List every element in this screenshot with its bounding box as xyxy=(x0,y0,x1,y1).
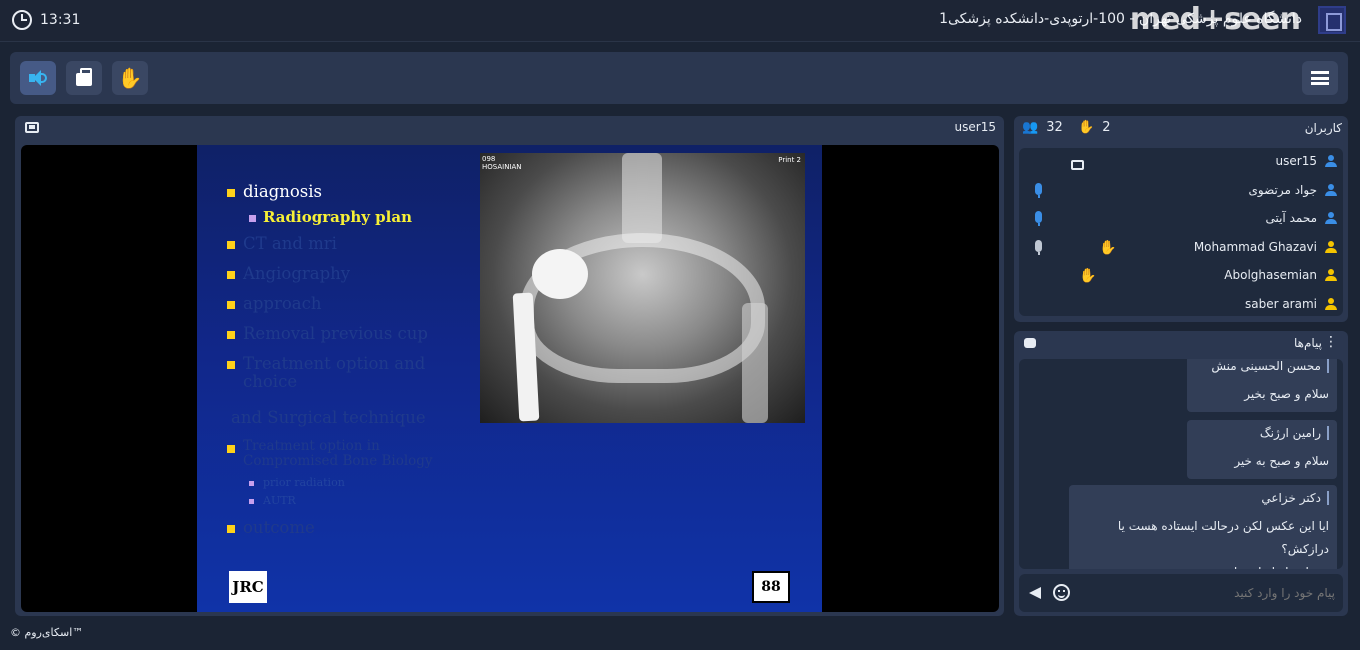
microphone-icon[interactable] xyxy=(1035,239,1042,255)
slide-bullet: Radiography plan xyxy=(227,209,462,226)
slide-bullet: Treatment option in Compromised Bone Bio… xyxy=(227,439,462,469)
jrc-logo: JRC xyxy=(229,571,267,603)
emoji-icon[interactable] xyxy=(1053,584,1070,601)
users-count-value: 32 xyxy=(1046,120,1063,135)
menu-button[interactable] xyxy=(1302,61,1338,95)
hands-count: ✋ 2 xyxy=(1078,120,1110,135)
message-sender: رامین ارژنگ xyxy=(1195,426,1329,440)
pelvis-xray-image: 098 HOSAINIAN Print 2 xyxy=(480,153,805,423)
chat-composer xyxy=(1019,574,1343,612)
speaker-button[interactable] xyxy=(20,61,56,95)
message-text: سلام و صبح بخیر xyxy=(1244,387,1329,401)
user-icon xyxy=(1325,183,1337,196)
user-name: Mohammad Ghazavi xyxy=(1193,239,1317,254)
slide-bullet: Treatment option and choice xyxy=(227,354,462,391)
slide-bullet: Angiography xyxy=(227,264,462,283)
slide-bullet: outcome xyxy=(227,518,462,537)
chat-message: محسن الحسینی منش سلام و صبح بخیر xyxy=(1187,359,1337,412)
hands-count-value: 2 xyxy=(1102,120,1111,135)
chat-messages[interactable]: محسن الحسینی منش سلام و صبح بخیر رامین ارژ… xyxy=(1019,359,1343,569)
message-sender: محسن الحسینی منش xyxy=(1195,359,1329,373)
people-icon: 👥 xyxy=(1022,120,1039,135)
chat-message: رامین ارژنگ سلام و صبح به خیر xyxy=(1187,420,1337,479)
xray-label-right: Print 2 xyxy=(778,156,801,164)
journal-logo: 88 xyxy=(752,571,790,603)
briefcase-icon xyxy=(76,68,92,86)
user-icon xyxy=(1325,155,1337,167)
top-bar: 13:31 دانشگاه علوم پزشکی تهران - 100-ارت… xyxy=(0,0,1360,42)
message-text: ايا اين عكس لكن درحالت ايستاده هست يا در… xyxy=(1117,519,1329,569)
shared-screen[interactable]: diagnosis Radiography plan CT and mri Angio… xyxy=(21,145,999,612)
main-toolbar: ✋ xyxy=(10,52,1348,104)
users-panel: 👥 32 ✋ 2 کاربران user15 جواد مرتضوی محمد آ… xyxy=(1014,116,1348,322)
chat-bubble-icon xyxy=(1024,338,1036,348)
users-list: user15 جواد مرتضوی محمد آیتی Mohammad Ghaza… xyxy=(1019,148,1343,316)
users-title: کاربران xyxy=(1304,121,1342,135)
message-text: سلام و صبح به خیر xyxy=(1234,454,1329,468)
screen-share-icon[interactable] xyxy=(25,122,39,133)
raise-hand-icon: ✋ xyxy=(117,66,143,90)
clock-time: 13:31 xyxy=(40,12,81,28)
screen-share-icon xyxy=(1071,160,1084,170)
slide-bullet: and Surgical technique xyxy=(231,408,426,427)
raise-hand-button[interactable]: ✋ xyxy=(112,61,148,95)
presentation-panel: user15 diagnosis Radiography plan CT and m… xyxy=(15,116,1004,616)
microphone-icon[interactable] xyxy=(1035,211,1042,226)
user-icon xyxy=(1325,269,1337,281)
user-name: محمد آیتی xyxy=(1265,211,1317,225)
user-name: جواد مرتضوی xyxy=(1248,182,1318,197)
user-row[interactable]: user15 xyxy=(1019,148,1343,176)
user-name: Abolghasemian xyxy=(1224,268,1317,282)
send-icon[interactable] xyxy=(1029,587,1041,599)
user-name: saber arami xyxy=(1244,296,1317,311)
brand-watermark: med+seen xyxy=(1129,2,1301,37)
chat-options-icon[interactable]: ⋮ xyxy=(1324,334,1338,350)
raised-hand-icon: ✋ xyxy=(1079,268,1097,284)
slide-bullet: prior radiation xyxy=(227,476,462,489)
speaker-icon xyxy=(29,70,47,86)
user-row[interactable]: جواد مرتضوی xyxy=(1019,177,1343,205)
chat-input[interactable] xyxy=(1085,582,1335,604)
microphone-icon[interactable] xyxy=(1035,182,1042,198)
slide-bullet: diagnosis xyxy=(227,182,462,201)
users-count: 👥 32 xyxy=(1022,120,1063,135)
university-logo-icon xyxy=(1318,6,1346,34)
slide-bullet: CT and mri xyxy=(227,234,462,253)
clock: 13:31 xyxy=(12,10,80,30)
message-sender: دکتر خزاعي xyxy=(1077,491,1329,505)
clock-icon xyxy=(12,10,32,30)
user-row[interactable]: saber arami xyxy=(1019,291,1343,319)
raise-hand-icon: ✋ xyxy=(1078,120,1095,135)
xray-label-left: 098 HOSAINIAN xyxy=(482,155,522,171)
chat-panel: ⋮ پیام‌ها محسن الحسینی منش سلام و صبح بخی… xyxy=(1014,331,1348,616)
hamburger-menu-icon xyxy=(1311,71,1329,85)
raised-hand-icon: ✋ xyxy=(1099,239,1117,256)
slide-bullet: AUTR xyxy=(227,494,462,507)
user-icon xyxy=(1325,212,1337,224)
user-row[interactable]: محمد آیتی xyxy=(1019,205,1343,233)
slide-bullet: Removal previous cup xyxy=(227,324,462,343)
slide-bullet: approach xyxy=(227,294,462,313)
presenter-name: user15 xyxy=(954,120,996,134)
chat-message: دکتر خزاعي ايا اين عكس لكن درحالت ايستاده… xyxy=(1069,485,1337,569)
user-row[interactable]: Abolghasemian ✋ xyxy=(1019,262,1343,290)
user-row[interactable]: Mohammad Ghazavi ✋ xyxy=(1019,234,1343,262)
presentation-header: user15 xyxy=(15,116,1004,140)
user-name: user15 xyxy=(1275,154,1317,168)
chat-title: پیام‌ها xyxy=(1293,336,1322,350)
footer-copyright: © اسکای‌روم™ xyxy=(10,626,84,639)
users-header: 👥 32 ✋ 2 کاربران xyxy=(1014,116,1348,142)
slide: diagnosis Radiography plan CT and mri Angio… xyxy=(197,145,822,612)
user-icon xyxy=(1325,297,1337,310)
user-icon xyxy=(1325,240,1337,253)
briefcase-button[interactable] xyxy=(66,61,102,95)
